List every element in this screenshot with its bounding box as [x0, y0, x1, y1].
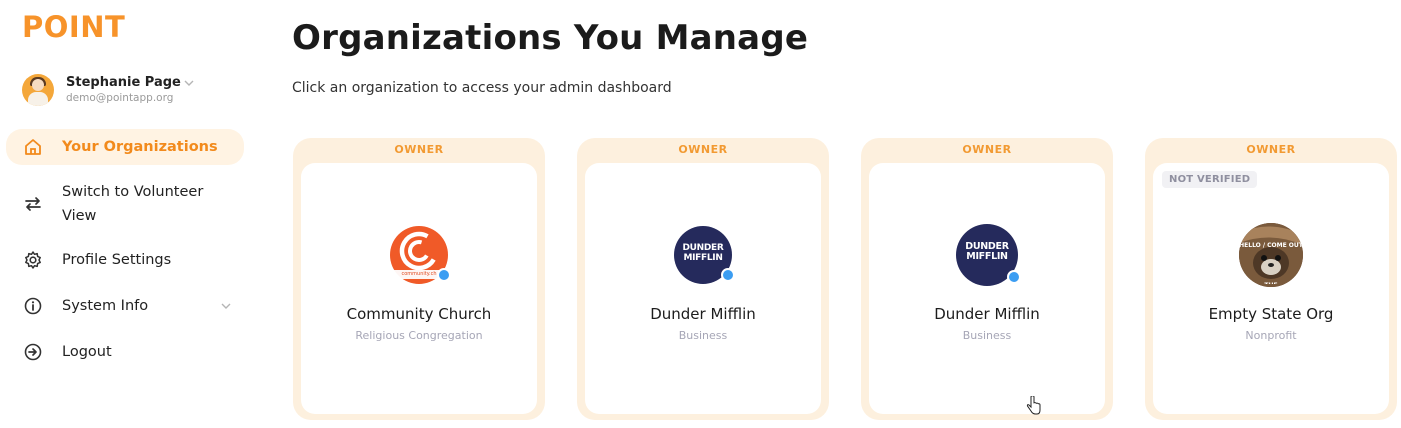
chevron-down-icon [221, 303, 231, 309]
org-card-empty-state-org[interactable]: OWNER NOT VERIFIED HELLO / COME OUT THE … [1145, 138, 1397, 420]
org-logo: community.ch [390, 226, 451, 284]
org-name: Empty State Org [1208, 305, 1334, 323]
sidebar-item-label: Your Organizations [62, 139, 218, 155]
org-type: Business [962, 329, 1012, 342]
sidebar-item-your-organizations[interactable]: Your Organizations [6, 129, 244, 165]
avatar [22, 74, 54, 106]
role-label: OWNER [1246, 143, 1296, 156]
page-title: Organizations You Manage [292, 18, 809, 58]
sidebar-item-label: System Info [62, 298, 149, 314]
org-name: Dunder Mifflin [934, 305, 1040, 323]
gear-icon [22, 249, 44, 271]
user-menu[interactable]: Stephanie Page demo@pointapp.org [22, 72, 202, 108]
verified-icon [437, 268, 451, 282]
user-name: Stephanie Page [66, 75, 181, 90]
sidebar-item-label-line2: View [62, 208, 97, 224]
dunder-mifflin-logo-text: DUNDER MIFFLIN [965, 241, 1009, 262]
org-type: Religious Congregation [355, 329, 483, 342]
sidebar-item-label: Logout [62, 344, 112, 360]
role-label: OWNER [394, 143, 444, 156]
org-name: Dunder Mifflin [650, 305, 756, 323]
user-email: demo@pointapp.org [66, 92, 174, 104]
org-card-dunder-mifflin[interactable]: OWNER DUNDER MIFFLIN Dunder Mifflin Busi… [577, 138, 829, 420]
sidebar-item-switch-to-volunteer-view[interactable]: Switch to Volunteer View [6, 180, 244, 228]
info-icon [22, 295, 44, 317]
not-verified-badge: NOT VERIFIED [1162, 171, 1258, 188]
org-type: Business [678, 329, 728, 342]
sidebar: POINT Stephanie Page demo@pointapp.org Y… [0, 0, 260, 428]
sidebar-item-system-info[interactable]: System Info [6, 293, 244, 319]
chevron-down-icon [184, 80, 194, 86]
point-logo[interactable]: POINT [22, 10, 125, 44]
verified-icon [1007, 270, 1021, 284]
pointer-cursor-icon [1026, 396, 1041, 415]
org-logo: DUNDER MIFFLIN [956, 224, 1021, 286]
org-logo: HELLO / COME OUT THE [1239, 223, 1303, 287]
home-icon [22, 136, 44, 158]
page-subtitle: Click an organization to access your adm… [292, 80, 672, 96]
verified-icon [721, 268, 735, 282]
org-logo: DUNDER MIFFLIN [674, 226, 735, 284]
org-type: Nonprofit [1245, 329, 1297, 342]
sidebar-item-logout[interactable]: Logout [6, 339, 244, 365]
org-card-community-church[interactable]: OWNER community.ch Community Church Reli… [293, 138, 545, 420]
role-label: OWNER [962, 143, 1012, 156]
org-name: Community Church [346, 305, 492, 323]
sidebar-item-label: Switch to Volunteer [62, 184, 204, 200]
switch-icon [22, 193, 44, 215]
otter-meme-text: HELLO / COME OUT THE [1239, 242, 1303, 284]
sidebar-item-label: Profile Settings [62, 252, 172, 268]
sidebar-item-profile-settings[interactable]: Profile Settings [6, 247, 244, 273]
dunder-mifflin-logo-text: DUNDER MIFFLIN [682, 243, 724, 263]
org-card-dunder-mifflin-2[interactable]: OWNER DUNDER MIFFLIN Dunder Mifflin Busi… [861, 138, 1113, 420]
role-label: OWNER [678, 143, 728, 156]
logout-icon [22, 341, 44, 363]
